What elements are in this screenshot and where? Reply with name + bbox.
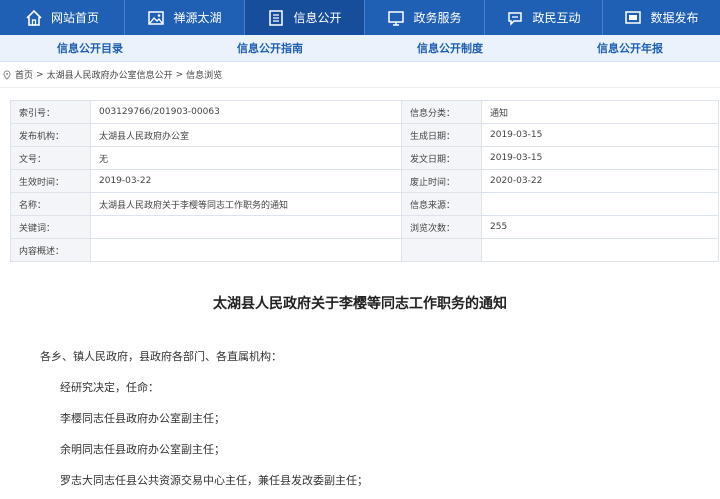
subnav-system[interactable]: 信息公开制度 [360,35,540,61]
subnav-annual-report[interactable]: 信息公开年报 [540,35,720,61]
nav-home[interactable]: 网站首页 [0,0,125,35]
name-value: 太湖县人民政府关于李樱等同志工作职务的通知 [90,192,402,216]
source-value [481,192,719,216]
category-label: 信息分类： [401,100,482,124]
article-salutation: 各乡、镇人民政府，县政府各部门、各直属机构： [40,350,282,363]
breadcrumb-current: 信息浏览 [186,71,223,81]
issue-date-label: 发文日期： [401,146,482,170]
article-title: 太湖县人民政府关于李樱等同志工作职务的通知 [213,296,507,312]
view-count-value: 255 [481,215,719,239]
nav-chanyuan[interactable]: 禅源太湖 [125,0,245,35]
keywords-value [90,215,402,239]
empty-label [401,238,482,262]
monitor-icon [387,9,405,27]
article-paragraph: 余明同志任县政府办公室副主任； [60,443,225,456]
name-label: 名称： [10,192,91,216]
empty-value [481,238,719,262]
table-row: 名称： 太湖县人民政府关于李樱等同志工作职务的通知 信息来源： [10,192,719,216]
nav-home-label: 网站首页 [50,11,99,25]
screen-icon [624,9,642,27]
document-icon [267,9,285,27]
publisher-label: 发布机构： [10,123,91,147]
effective-date-label: 生效时间： [10,169,91,193]
image-icon [147,9,165,27]
summary-label: 内容概述： [10,238,91,262]
document-info-panel: 索引号： 003129766/201903-00063 信息分类： 通知 发布机… [10,100,719,262]
keywords-label: 关键词： [10,215,91,239]
breadcrumb-separator: > [36,69,44,80]
created-date-value: 2019-03-15 [481,123,719,147]
nav-chanyuan-label: 禅源太湖 [173,11,222,25]
location-pin-icon [2,69,12,80]
table-row: 索引号： 003129766/201903-00063 信息分类： 通知 [10,100,719,124]
category-value: 通知 [481,100,719,124]
nav-interaction[interactable]: 政民互动 [485,0,603,35]
nav-data-release-label: 数据发布 [650,11,699,25]
article-paragraph: 罗志大同志任县公共资源交易中心主任，兼任县发改委副主任； [60,474,368,487]
summary-value [90,238,402,262]
article-paragraph: 经研究决定，任命： [60,381,159,394]
chat-icon [506,9,524,27]
breadcrumb-section[interactable]: 太湖县人民政府办公室信息公开 [47,68,173,81]
nav-data-release[interactable]: 数据发布 [603,0,720,35]
nav-gov-service[interactable]: 政务服务 [365,0,485,35]
subnav-catalog[interactable]: 信息公开目录 [0,35,180,61]
subnav-guide[interactable]: 信息公开指南 [180,35,360,61]
breadcrumb-separator: > [175,69,184,80]
expiry-date-label: 废止时间： [401,169,482,193]
top-navigation: 网站首页 禅源太湖 信息公开 政务服务 政民互动 数据发布 [0,0,720,35]
created-date-label: 生成日期： [401,123,482,147]
index-number-value: 003129766/201903-00063 [90,100,402,124]
nav-interaction-label: 政民互动 [532,11,581,25]
nav-info-public-label: 信息公开 [293,11,342,25]
table-row: 内容概述： [10,238,719,262]
breadcrumb: 首页 > 太湖县人民政府办公室信息公开 > 信息浏览 [0,62,720,88]
table-row: 生效时间： 2019-03-22 废止时间： 2020-03-22 [10,169,719,193]
source-label: 信息来源： [401,192,482,216]
home-icon [25,9,43,27]
document-info-table: 索引号： 003129766/201903-00063 信息分类： 通知 发布机… [10,100,719,262]
nav-gov-service-label: 政务服务 [413,11,462,25]
view-count-label: 浏览次数： [401,215,482,239]
issue-date-value: 2019-03-15 [481,146,719,170]
table-row: 关键词： 浏览次数： 255 [10,215,719,239]
article-paragraph: 李樱同志任县政府办公室副主任； [60,412,225,425]
publisher-value: 太湖县人民政府办公室 [90,123,402,147]
expiry-date-value: 2020-03-22 [481,169,719,193]
table-row: 文号： 无 发文日期： 2019-03-15 [10,146,719,170]
nav-info-public[interactable]: 信息公开 [245,0,365,35]
doc-number-value: 无 [90,146,402,170]
doc-number-label: 文号： [10,146,91,170]
breadcrumb-home[interactable]: 首页 [15,68,33,81]
index-number-label: 索引号： [10,100,91,124]
info-public-subnav: 信息公开目录 信息公开指南 信息公开制度 信息公开年报 [0,35,720,62]
table-row: 发布机构： 太湖县人民政府办公室 生成日期： 2019-03-15 [10,123,719,147]
effective-date-value: 2019-03-22 [90,169,402,193]
